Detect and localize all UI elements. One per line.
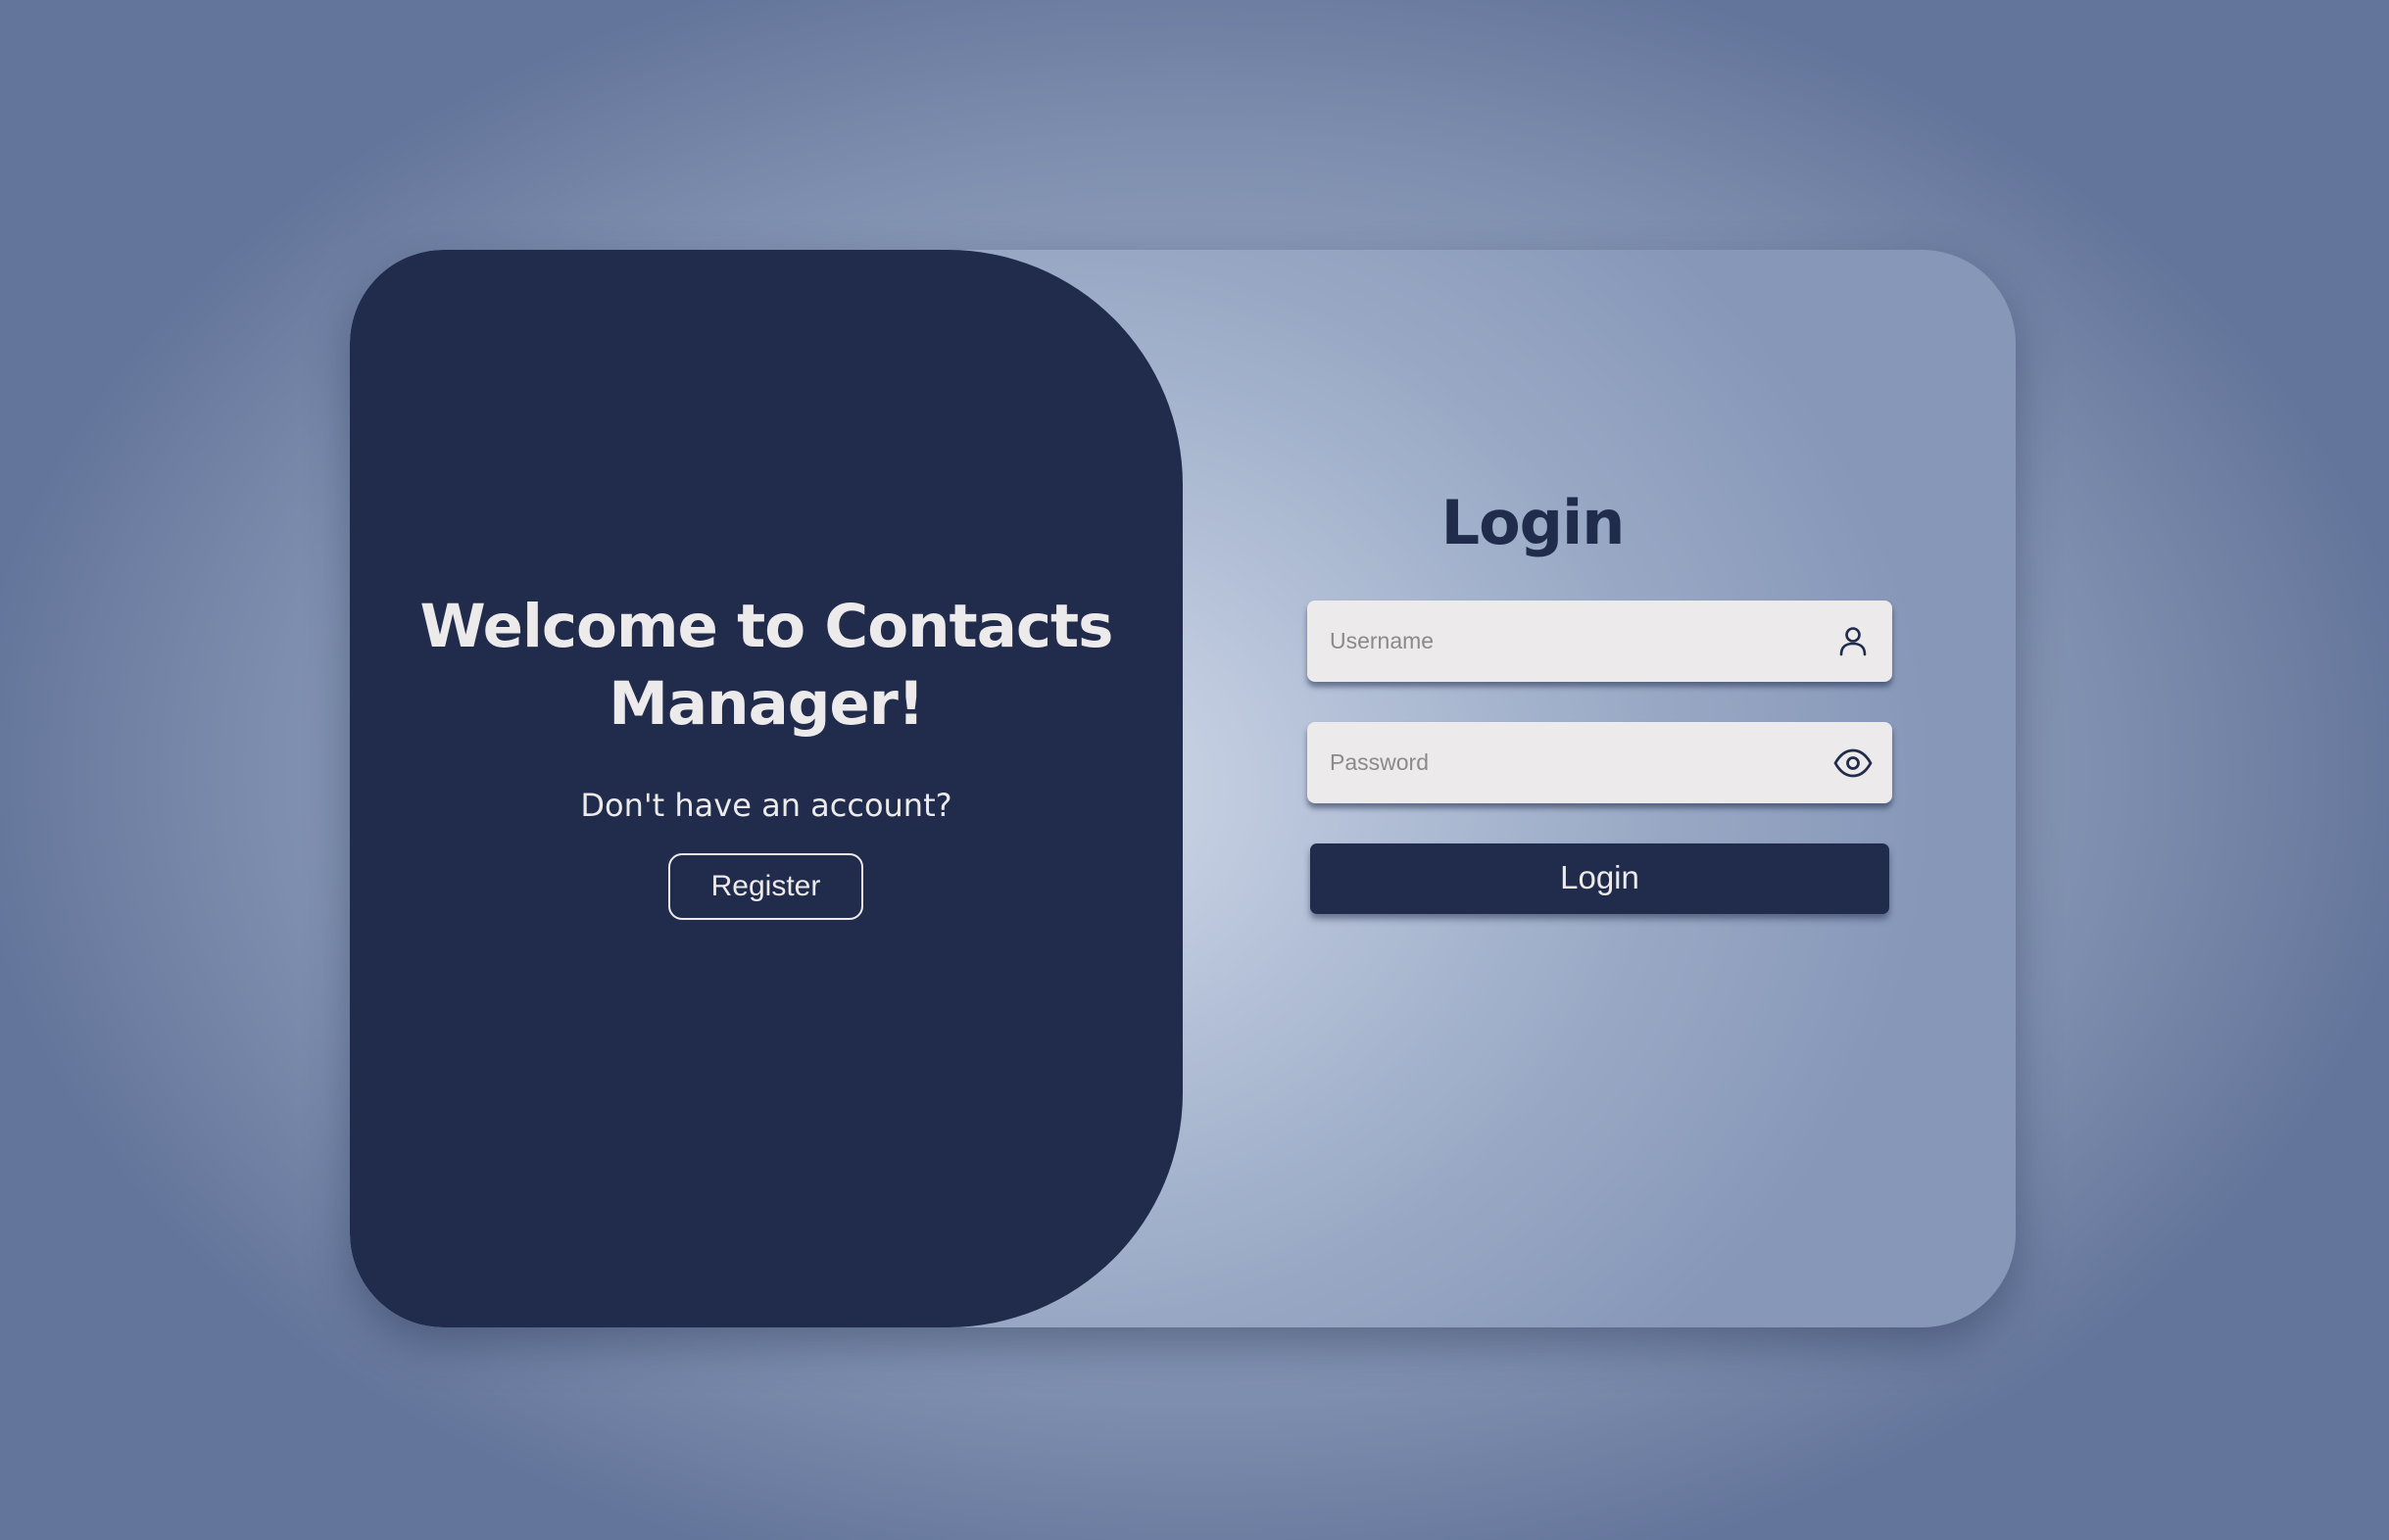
- login-heading: Login: [1440, 487, 1626, 558]
- user-icon: [1831, 620, 1875, 663]
- eye-icon[interactable]: [1831, 742, 1875, 785]
- login-card: Welcome to Contacts Manager! Don't have …: [350, 250, 2016, 1327]
- welcome-heading: Welcome to Contacts Manager!: [419, 592, 1114, 739]
- login-button[interactable]: Login: [1310, 843, 1889, 914]
- password-field: [1307, 722, 1892, 803]
- password-input[interactable]: [1307, 722, 1807, 803]
- welcome-panel: Welcome to Contacts Manager! Don't have …: [350, 250, 1183, 1327]
- username-field: [1307, 601, 1892, 682]
- username-input[interactable]: [1307, 601, 1807, 682]
- account-prompt: Don't have an account?: [580, 787, 952, 824]
- register-button[interactable]: Register: [668, 853, 863, 920]
